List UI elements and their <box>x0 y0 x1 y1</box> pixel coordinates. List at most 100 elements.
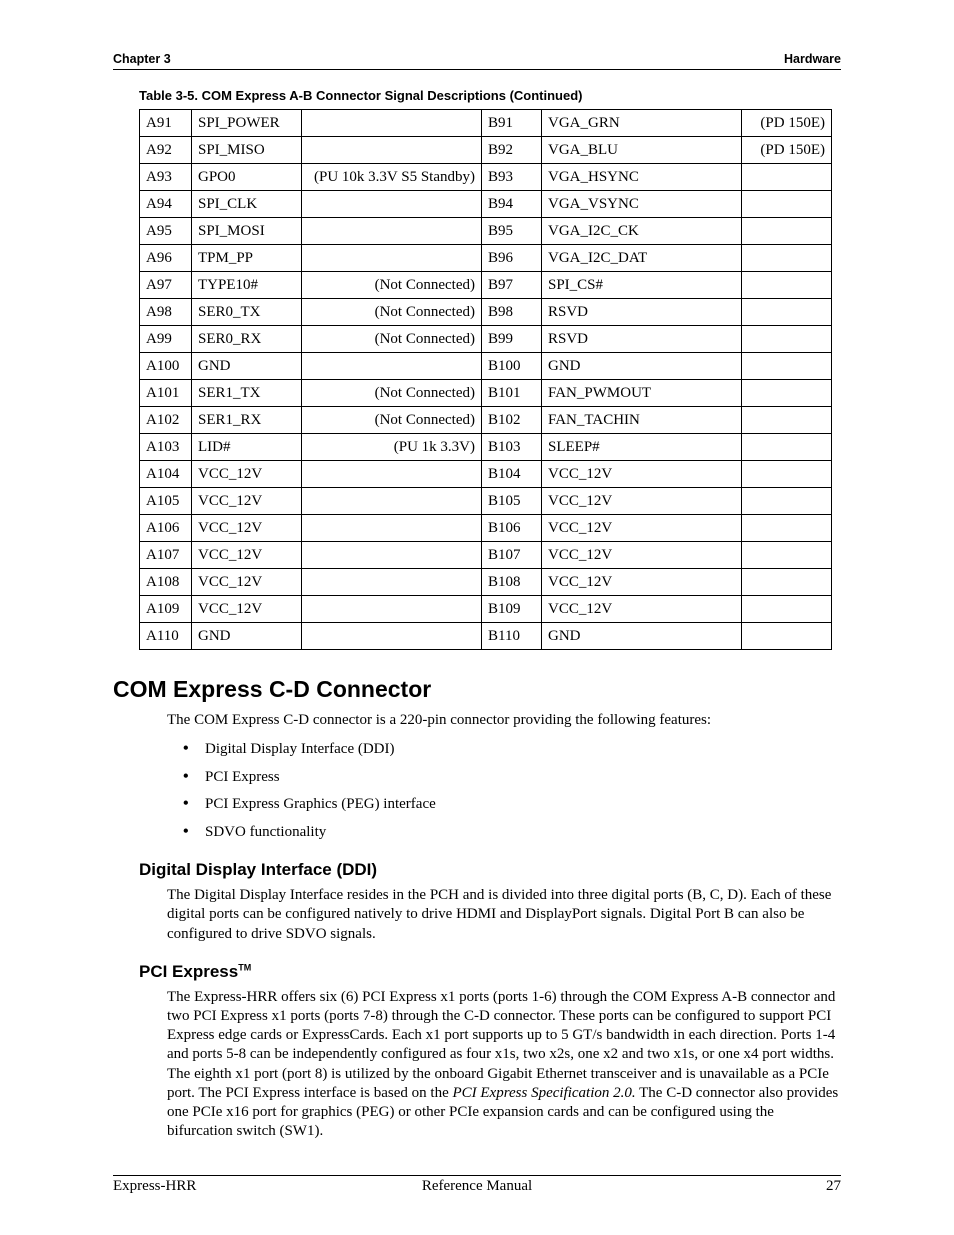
table-row: A93GPO0(PU 10k 3.3V S5 Standby)B93VGA_HS… <box>140 164 832 191</box>
pin-b: B92 <box>482 137 542 164</box>
note-b <box>742 596 832 623</box>
pin-a: A100 <box>140 353 192 380</box>
signal-a: VCC_12V <box>192 569 302 596</box>
signal-a: SER1_TX <box>192 380 302 407</box>
pin-b: B109 <box>482 596 542 623</box>
signal-b: GND <box>542 353 742 380</box>
feature-list: Digital Display Interface (DDI)PCI Expre… <box>183 740 841 842</box>
table-row: A99SER0_RX(Not Connected)B99RSVD <box>140 326 832 353</box>
list-item: Digital Display Interface (DDI) <box>183 740 841 760</box>
table-row: A100GNDB100GND <box>140 353 832 380</box>
table-row: A108VCC_12VB108VCC_12V <box>140 569 832 596</box>
pin-a: A92 <box>140 137 192 164</box>
signal-a: VCC_12V <box>192 461 302 488</box>
note-b <box>742 488 832 515</box>
pin-a: A107 <box>140 542 192 569</box>
table-caption: Table 3-5. COM Express A-B Connector Sig… <box>139 88 841 103</box>
note-a <box>302 353 482 380</box>
pin-b: B108 <box>482 569 542 596</box>
note-a <box>302 218 482 245</box>
table-row: A107VCC_12VB107VCC_12V <box>140 542 832 569</box>
note-b <box>742 515 832 542</box>
note-a <box>302 110 482 137</box>
pci-heading-text: PCI Express <box>139 962 238 981</box>
table-row: A105VCC_12VB105VCC_12V <box>140 488 832 515</box>
note-a: (Not Connected) <box>302 299 482 326</box>
pin-a: A98 <box>140 299 192 326</box>
signal-a: VCC_12V <box>192 542 302 569</box>
pin-b: B93 <box>482 164 542 191</box>
note-a: (Not Connected) <box>302 407 482 434</box>
note-a <box>302 191 482 218</box>
note-a: (Not Connected) <box>302 272 482 299</box>
section-heading: COM Express C-D Connector <box>113 676 841 703</box>
ddi-paragraph: The Digital Display Interface resides in… <box>167 886 841 944</box>
pin-b: B97 <box>482 272 542 299</box>
pin-b: B103 <box>482 434 542 461</box>
signal-b: VCC_12V <box>542 569 742 596</box>
pin-a: A105 <box>140 488 192 515</box>
signal-b: SLEEP# <box>542 434 742 461</box>
note-b <box>742 164 832 191</box>
table-row: A104VCC_12VB104VCC_12V <box>140 461 832 488</box>
note-b <box>742 623 832 650</box>
pin-b: B107 <box>482 542 542 569</box>
pin-b: B98 <box>482 299 542 326</box>
table-row: A94SPI_CLKB94VGA_VSYNC <box>140 191 832 218</box>
note-b <box>742 245 832 272</box>
pin-a: A102 <box>140 407 192 434</box>
table-row: A95SPI_MOSIB95VGA_I2C_CK <box>140 218 832 245</box>
pin-a: A110 <box>140 623 192 650</box>
table-row: A103LID#(PU 1k 3.3V)B103SLEEP# <box>140 434 832 461</box>
pin-a: A101 <box>140 380 192 407</box>
signal-b: RSVD <box>542 299 742 326</box>
signal-b: VCC_12V <box>542 515 742 542</box>
pci-heading: PCI ExpressTM <box>139 962 841 982</box>
signal-b: FAN_TACHIN <box>542 407 742 434</box>
signal-b: VGA_BLU <box>542 137 742 164</box>
pin-b: B100 <box>482 353 542 380</box>
note-a <box>302 137 482 164</box>
pin-a: A97 <box>140 272 192 299</box>
pin-a: A103 <box>140 434 192 461</box>
note-a <box>302 596 482 623</box>
header-right: Hardware <box>784 52 841 66</box>
pin-a: A95 <box>140 218 192 245</box>
signal-a: GND <box>192 623 302 650</box>
pin-b: B110 <box>482 623 542 650</box>
table-row: A109VCC_12VB109VCC_12V <box>140 596 832 623</box>
signal-b: VGA_HSYNC <box>542 164 742 191</box>
note-b: (PD 150E) <box>742 110 832 137</box>
signal-a: GPO0 <box>192 164 302 191</box>
pin-b: B95 <box>482 218 542 245</box>
pin-a: A96 <box>140 245 192 272</box>
note-b: (PD 150E) <box>742 137 832 164</box>
pin-b: B101 <box>482 380 542 407</box>
signal-b: VCC_12V <box>542 542 742 569</box>
signal-a: SPI_CLK <box>192 191 302 218</box>
list-item: SDVO functionality <box>183 823 841 843</box>
signal-a: VCC_12V <box>192 488 302 515</box>
table-row: A98SER0_TX(Not Connected)B98RSVD <box>140 299 832 326</box>
note-b <box>742 434 832 461</box>
note-a <box>302 245 482 272</box>
signal-b: VGA_VSYNC <box>542 191 742 218</box>
note-b <box>742 326 832 353</box>
footer-center: Reference Manual <box>113 1178 841 1195</box>
note-a: (Not Connected) <box>302 380 482 407</box>
note-a <box>302 488 482 515</box>
table-row: A96TPM_PPB96VGA_I2C_DAT <box>140 245 832 272</box>
pci-paragraph: The Express-HRR offers six (6) PCI Expre… <box>167 988 841 1142</box>
note-a <box>302 515 482 542</box>
signal-a: SPI_MOSI <box>192 218 302 245</box>
pin-b: B104 <box>482 461 542 488</box>
signal-b: VGA_GRN <box>542 110 742 137</box>
pin-a: A93 <box>140 164 192 191</box>
note-b <box>742 461 832 488</box>
signal-b: GND <box>542 623 742 650</box>
signal-a: SER0_RX <box>192 326 302 353</box>
signal-a: GND <box>192 353 302 380</box>
pin-a: A106 <box>140 515 192 542</box>
note-a <box>302 461 482 488</box>
note-b <box>742 380 832 407</box>
